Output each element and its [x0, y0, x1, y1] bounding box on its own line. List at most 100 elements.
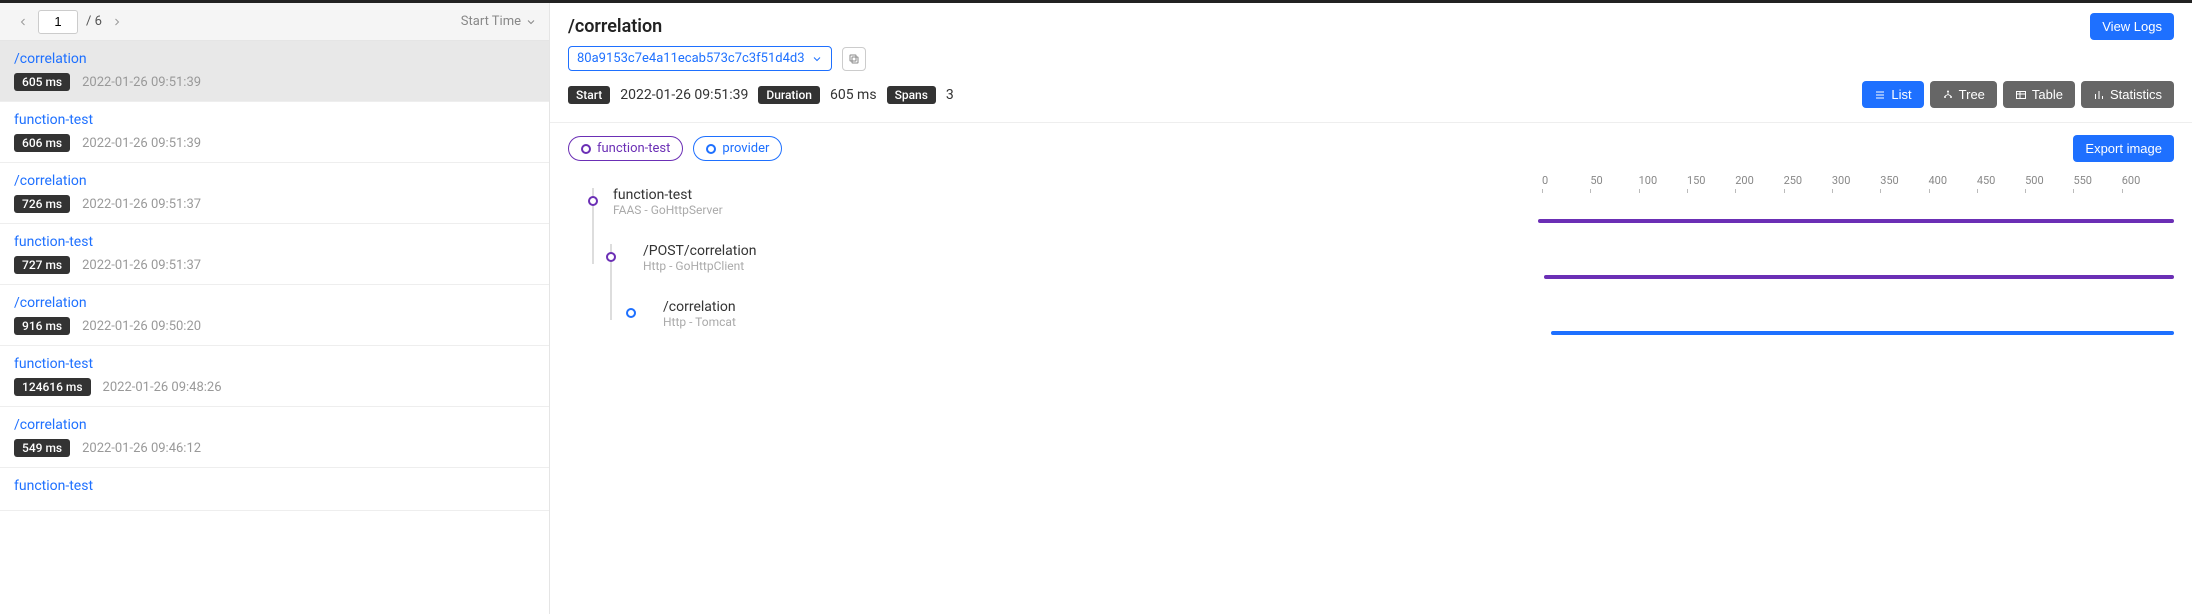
chevron-left-icon — [17, 16, 29, 28]
trace-id-text: 80a9153c7e4a11ecab573c7c3f51d4d3 — [577, 51, 805, 66]
chevron-right-icon — [111, 16, 123, 28]
trace-item[interactable]: /correlation 549 ms 2022-01-26 09:46:12 — [0, 407, 549, 468]
span-bar[interactable] — [1538, 219, 2174, 223]
legend-provider-label: provider — [722, 141, 769, 156]
trace-item-duration: 606 ms — [14, 134, 70, 152]
span-chart-column: 050100150200250300350400450500550600 — [1538, 174, 2174, 361]
view-tree-button[interactable]: Tree — [1930, 81, 1997, 108]
trace-item-name: /correlation — [14, 173, 535, 189]
main-panel: /correlation View Logs 80a9153c7e4a11eca… — [550, 3, 2192, 614]
trace-item-name: function-test — [14, 356, 535, 372]
legend-dot-icon — [706, 144, 716, 154]
tree-icon — [1942, 89, 1954, 101]
trace-item-name: function-test — [14, 478, 535, 494]
axis-tick: 350 — [1880, 174, 1928, 187]
view-list-button[interactable]: List — [1862, 81, 1923, 108]
trace-item-meta: 605 ms 2022-01-26 09:51:39 — [14, 73, 535, 91]
export-image-button[interactable]: Export image — [2073, 135, 2174, 162]
trace-item[interactable]: function-test 124616 ms 2022-01-26 09:48:2… — [0, 346, 549, 407]
trace-item-name: /correlation — [14, 417, 535, 433]
trace-item[interactable]: /correlation 605 ms 2022-01-26 09:51:39 — [0, 41, 549, 102]
pager-prev-button[interactable] — [12, 11, 34, 33]
trace-list: /correlation 605 ms 2022-01-26 09:51:39 fun… — [0, 41, 549, 614]
span-title: function-test — [613, 187, 723, 203]
trace-id-row: 80a9153c7e4a11ecab573c7c3f51d4d3 — [550, 44, 2192, 77]
view-logs-button[interactable]: View Logs — [2090, 13, 2174, 40]
axis-tick: 0 — [1542, 174, 1590, 187]
trace-item-duration: 124616 ms — [14, 378, 91, 396]
span-tree-row[interactable]: /POST/correlationHttp - GoHttpClient — [568, 230, 1538, 286]
view-table-button[interactable]: Table — [2003, 81, 2075, 108]
trace-item-time: 2022-01-26 09:51:37 — [82, 197, 201, 212]
sidebar-header: / 6 Start Time — [0, 3, 549, 41]
axis-tick: 150 — [1687, 174, 1735, 187]
span-tree-row[interactable]: /correlationHttp - Tomcat — [568, 286, 1538, 342]
trace-item-duration: 916 ms — [14, 317, 70, 335]
span-text: function-testFAAS - GoHttpServer — [613, 187, 723, 217]
axis-tick: 200 — [1735, 174, 1783, 187]
trace-item[interactable]: function-test — [0, 468, 549, 511]
pager: / 6 — [12, 10, 128, 34]
duration-value: 605 ms — [830, 87, 877, 103]
axis-tick: 300 — [1832, 174, 1880, 187]
table-icon — [2015, 89, 2027, 101]
span-bar[interactable] — [1544, 275, 2174, 279]
trace-item[interactable]: /correlation916 ms2022-01-26 09:50:20 — [0, 285, 549, 346]
legend-dot-icon — [581, 144, 591, 154]
list-icon — [1874, 89, 1886, 101]
pager-total: / 6 — [86, 14, 102, 29]
legend-function-test[interactable]: function-test — [568, 136, 683, 161]
trace-item-duration: 549 ms — [14, 439, 70, 457]
legend-left: function-test provider — [568, 136, 782, 161]
span-text: /POST/correlationHttp - GoHttpClient — [643, 243, 757, 273]
span-subtitle: Http - Tomcat — [663, 315, 736, 329]
trace-item[interactable]: function-test 727 ms2022-01-26 09:51:37 — [0, 224, 549, 285]
duration-label-badge: Duration — [758, 86, 820, 104]
trace-item-time: 2022-01-26 09:51:39 — [82, 75, 201, 90]
main-header: /correlation View Logs — [550, 3, 2192, 44]
span-title: /POST/correlation — [643, 243, 757, 259]
trace-item-duration: 605 ms — [14, 73, 70, 91]
copy-icon — [848, 53, 860, 65]
trace-item-meta: 124616 ms 2022-01-26 09:48:26 — [14, 378, 535, 396]
trace-item-duration: 726 ms — [14, 195, 70, 213]
trace-item-name: /correlation — [14, 295, 535, 311]
view-stats-button[interactable]: Statistics — [2081, 81, 2174, 108]
axis-tick: 550 — [2073, 174, 2121, 187]
legend-provider[interactable]: provider — [693, 136, 782, 161]
timeline-area: function-testFAAS - GoHttpServer/POST/co… — [550, 174, 2192, 361]
view-table-label: Table — [2032, 87, 2063, 102]
trace-item-name: function-test — [14, 234, 535, 250]
span-node-icon — [626, 308, 636, 318]
copy-trace-id-button[interactable] — [842, 47, 866, 71]
span-bar[interactable] — [1551, 331, 2174, 335]
span-bar-row — [1538, 193, 2174, 249]
start-label-badge: Start — [568, 86, 610, 104]
pager-current-input[interactable] — [38, 10, 78, 34]
trace-item-name: /correlation — [14, 51, 535, 67]
span-tree-row[interactable]: function-testFAAS - GoHttpServer — [568, 174, 1538, 230]
axis-tick: 50 — [1590, 174, 1638, 187]
span-subtitle: FAAS - GoHttpServer — [613, 203, 723, 217]
trace-item-meta: 726 ms 2022-01-26 09:51:37 — [14, 195, 535, 213]
spans-label-badge: Spans — [887, 86, 936, 104]
span-title: /correlation — [663, 299, 736, 315]
trace-item-time: 2022-01-26 09:46:12 — [82, 441, 201, 456]
chevron-down-icon — [525, 16, 537, 28]
trace-item-time: 2022-01-26 09:51:39 — [82, 136, 201, 151]
spans-value: 3 — [946, 87, 954, 103]
page-title: /correlation — [568, 16, 662, 37]
trace-meta-left: Start 2022-01-26 09:51:39 Duration 605 m… — [568, 86, 954, 104]
axis-tick: 500 — [2025, 174, 2073, 187]
trace-id-dropdown[interactable]: 80a9153c7e4a11ecab573c7c3f51d4d3 — [568, 46, 832, 71]
start-value: 2022-01-26 09:51:39 — [620, 87, 748, 103]
pager-next-button[interactable] — [106, 11, 128, 33]
trace-item-meta: 727 ms2022-01-26 09:51:37 — [14, 256, 535, 274]
trace-item[interactable]: function-test606 ms2022-01-26 09:51:39 — [0, 102, 549, 163]
trace-item-time: 2022-01-26 09:48:26 — [103, 380, 222, 395]
sort-dropdown[interactable]: Start Time — [461, 14, 537, 29]
trace-item[interactable]: /correlation 726 ms 2022-01-26 09:51:37 — [0, 163, 549, 224]
span-subtitle: Http - GoHttpClient — [643, 259, 757, 273]
axis-tick: 100 — [1639, 174, 1687, 187]
view-tree-label: Tree — [1959, 87, 1985, 102]
